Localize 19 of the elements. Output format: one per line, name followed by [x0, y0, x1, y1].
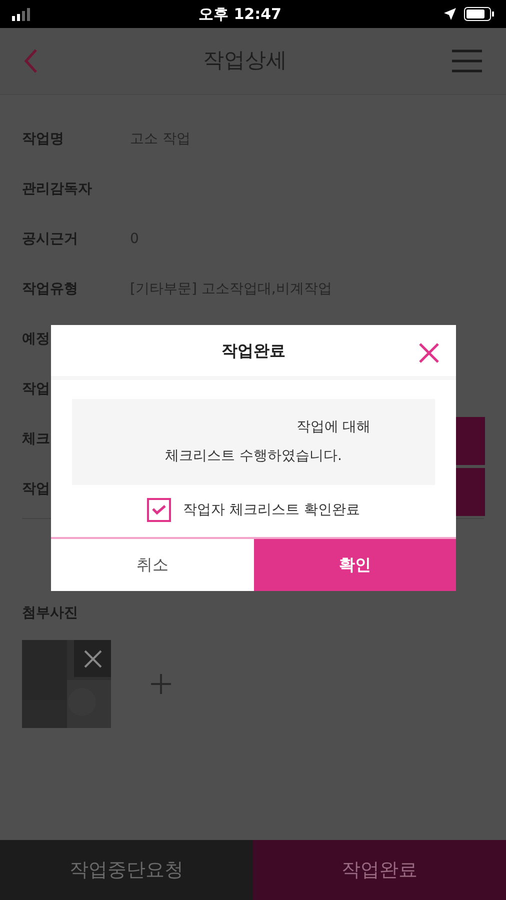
bottom-button[interactable]: 작업완료 [253, 840, 506, 900]
remove-photo-button[interactable] [74, 640, 111, 677]
check-icon [152, 505, 166, 515]
close-icon [84, 650, 102, 668]
menu-icon[interactable] [452, 49, 482, 73]
message-line: 작업에 대해 [295, 418, 371, 437]
close-button[interactable] [418, 342, 440, 364]
dialog-button[interactable]: 확인 [254, 539, 456, 591]
battery-icon [464, 7, 494, 21]
bottom-button[interactable]: 작업중단요청 [0, 840, 253, 900]
location-arrow-icon [444, 8, 456, 20]
message-line: 체크리스트 수행하였습니다. [165, 447, 342, 466]
status-time: 오후 12:47 [198, 4, 282, 25]
dialog-title: 작업완료 [222, 340, 286, 362]
side-button[interactable] [455, 468, 485, 516]
checkbox[interactable] [147, 498, 172, 522]
close-icon [418, 342, 440, 364]
checkbox-label: 작업자 체크리스트 확인완료 [183, 500, 360, 520]
side-button[interactable] [455, 417, 485, 465]
